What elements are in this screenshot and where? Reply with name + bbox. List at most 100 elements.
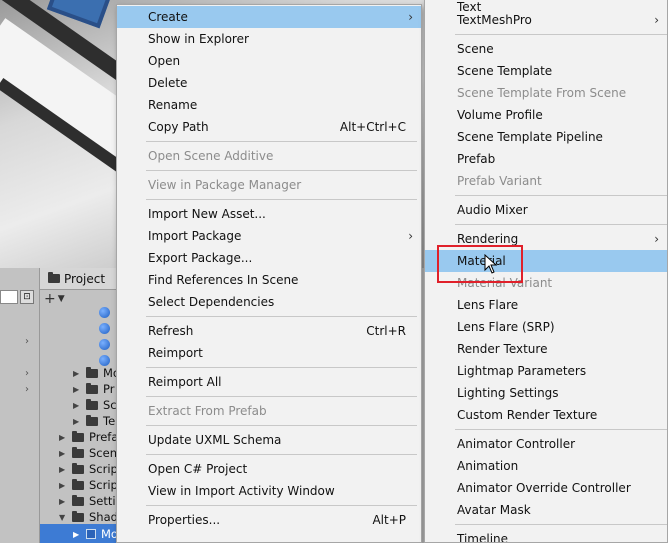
material-sphere-icon[interactable] — [99, 339, 110, 350]
project-folder-item[interactable]: ▶ Scen — [59, 445, 117, 461]
folder-icon — [72, 446, 84, 458]
submenu-item-prefab[interactable]: Prefab — [425, 148, 667, 170]
submenu-item-animation[interactable]: Animation — [425, 455, 667, 477]
menu-item-label: Reimport All — [148, 375, 222, 389]
menu-separator — [455, 524, 667, 525]
material-sphere-icon[interactable] — [99, 307, 110, 318]
chevron-right-icon[interactable]: › — [25, 384, 29, 395]
hierarchy-search-input[interactable] — [0, 290, 18, 304]
menu-separator — [146, 170, 417, 171]
submenu-item-rendering[interactable]: Rendering › — [425, 228, 667, 250]
menu-item-label: Volume Profile — [457, 108, 543, 122]
menu-item-copy-path[interactable]: Copy Path Alt+Ctrl+C — [117, 116, 421, 138]
expanded-arrow-icon[interactable]: ▼ — [59, 513, 67, 522]
project-folder-item[interactable]: ▼ Shad — [59, 509, 118, 525]
collapsed-arrow-icon[interactable]: ▶ — [59, 481, 67, 490]
submenu-item-timeline[interactable]: Timeline — [425, 528, 667, 543]
lock-icon[interactable]: ⊡ — [20, 290, 34, 304]
menu-item-open[interactable]: Open — [117, 50, 421, 72]
collapsed-arrow-icon[interactable]: ▶ — [73, 417, 81, 426]
submenu-arrow-icon: › — [654, 13, 659, 27]
menu-separator — [146, 425, 417, 426]
folder-icon — [72, 430, 84, 442]
submenu-item-scene[interactable]: Scene — [425, 38, 667, 60]
folder-icon — [72, 510, 84, 522]
chevron-right-icon[interactable]: › — [25, 368, 29, 379]
menu-separator — [146, 316, 417, 317]
folder-icon — [48, 272, 60, 283]
project-item-label: Setti — [89, 494, 116, 508]
submenu-item-scene-template[interactable]: Scene Template — [425, 60, 667, 82]
tab-project[interactable]: Project — [40, 268, 120, 290]
project-folder-item[interactable]: ▶ Te — [73, 413, 115, 429]
collapsed-arrow-icon[interactable]: ▶ — [59, 465, 67, 474]
menu-item-label: Material Variant — [457, 276, 553, 290]
menu-item-import-package[interactable]: Import Package › — [117, 225, 421, 247]
submenu-item-textmeshpro[interactable]: TextMeshPro › — [425, 9, 667, 31]
submenu-item-volume-profile[interactable]: Volume Profile — [425, 104, 667, 126]
menu-item-label: Update UXML Schema — [148, 433, 282, 447]
collapsed-arrow-icon[interactable]: ▶ — [73, 385, 81, 394]
menu-item-find-references-in-scene[interactable]: Find References In Scene — [117, 269, 421, 291]
submenu-item-scene-template-pipeline[interactable]: Scene Template Pipeline — [425, 126, 667, 148]
submenu-arrow-icon: › — [654, 232, 659, 246]
menu-item-label: Lighting Settings — [457, 386, 559, 400]
menu-item-label: View in Import Activity Window — [148, 484, 335, 498]
submenu-item-lens-flare-srp[interactable]: Lens Flare (SRP) — [425, 316, 667, 338]
menu-item-view-in-import-activity-window[interactable]: View in Import Activity Window — [117, 480, 421, 502]
collapsed-arrow-icon[interactable]: ▶ — [73, 369, 81, 378]
collapsed-arrow-icon[interactable]: ▶ — [59, 497, 67, 506]
project-item-label: Pr — [103, 382, 115, 396]
submenu-item-lightmap-parameters[interactable]: Lightmap Parameters — [425, 360, 667, 382]
menu-item-open-c-project[interactable]: Open C# Project — [117, 458, 421, 480]
menu-item-show-in-explorer[interactable]: Show in Explorer — [117, 28, 421, 50]
menu-item-label: Extract From Prefab — [148, 404, 267, 418]
menu-item-import-new-asset[interactable]: Import New Asset... — [117, 203, 421, 225]
submenu-item-animator-controller[interactable]: Animator Controller — [425, 433, 667, 455]
submenu-item-lens-flare[interactable]: Lens Flare — [425, 294, 667, 316]
collapsed-arrow-icon[interactable]: ▶ — [73, 401, 81, 410]
submenu-item-material-variant: Material Variant — [425, 272, 667, 294]
menu-item-label: Animation — [457, 459, 519, 473]
menu-item-delete[interactable]: Delete — [117, 72, 421, 94]
project-item-label: Shad — [89, 510, 118, 524]
menu-separator — [146, 454, 417, 455]
menu-item-reimport-all[interactable]: Reimport All — [117, 371, 421, 393]
submenu-item-animator-override-controller[interactable]: Animator Override Controller — [425, 477, 667, 499]
menu-item-label: Timeline — [457, 532, 509, 543]
submenu-item-render-texture[interactable]: Render Texture — [425, 338, 667, 360]
folder-icon — [72, 478, 84, 490]
menu-item-select-dependencies[interactable]: Select Dependencies — [117, 291, 421, 313]
chevron-down-icon[interactable]: ▼ — [58, 294, 65, 304]
chevron-right-icon[interactable]: › — [25, 336, 29, 347]
project-folder-item[interactable]: ▶ Prefa — [59, 429, 118, 445]
create-submenu: Text TextMeshPro › Scene Scene Template Scene… — [424, 0, 668, 543]
menu-item-export-package[interactable]: Export Package... — [117, 247, 421, 269]
project-folder-item[interactable]: ▶ Scrip — [59, 477, 118, 493]
project-folder-item[interactable]: ▶ Pr — [73, 381, 114, 397]
menu-item-label: Scene Template Pipeline — [457, 130, 603, 144]
collapsed-arrow-icon[interactable]: ▶ — [59, 433, 67, 442]
menu-item-create[interactable]: Create › — [117, 6, 421, 28]
submenu-item-lighting-settings[interactable]: Lighting Settings — [425, 382, 667, 404]
project-folder-item[interactable]: ▶ Sc — [73, 397, 117, 413]
material-sphere-icon[interactable] — [99, 323, 110, 334]
project-folder-item[interactable]: ▶ Setti — [59, 493, 116, 509]
menu-item-rename[interactable]: Rename — [117, 94, 421, 116]
menu-item-label: Open — [148, 54, 181, 68]
menu-item-update-uxml-schema[interactable]: Update UXML Schema — [117, 429, 421, 451]
menu-item-refresh[interactable]: Refresh Ctrl+R — [117, 320, 421, 342]
submenu-item-material[interactable]: Material — [425, 250, 667, 272]
folder-icon — [86, 414, 98, 426]
menu-item-shortcut: Alt+Ctrl+C — [339, 120, 406, 134]
menu-item-reimport[interactable]: Reimport — [117, 342, 421, 364]
submenu-item-audio-mixer[interactable]: Audio Mixer — [425, 199, 667, 221]
menu-item-properties[interactable]: Properties... Alt+P — [117, 509, 421, 531]
collapsed-arrow-icon[interactable]: ▶ — [73, 530, 81, 539]
project-folder-item[interactable]: ▶ Mo — [73, 365, 120, 381]
add-button[interactable]: + — [44, 291, 56, 307]
collapsed-arrow-icon[interactable]: ▶ — [59, 449, 67, 458]
submenu-item-avatar-mask[interactable]: Avatar Mask — [425, 499, 667, 521]
submenu-item-custom-render-texture[interactable]: Custom Render Texture — [425, 404, 667, 426]
project-folder-item[interactable]: ▶ Scrip — [59, 461, 118, 477]
